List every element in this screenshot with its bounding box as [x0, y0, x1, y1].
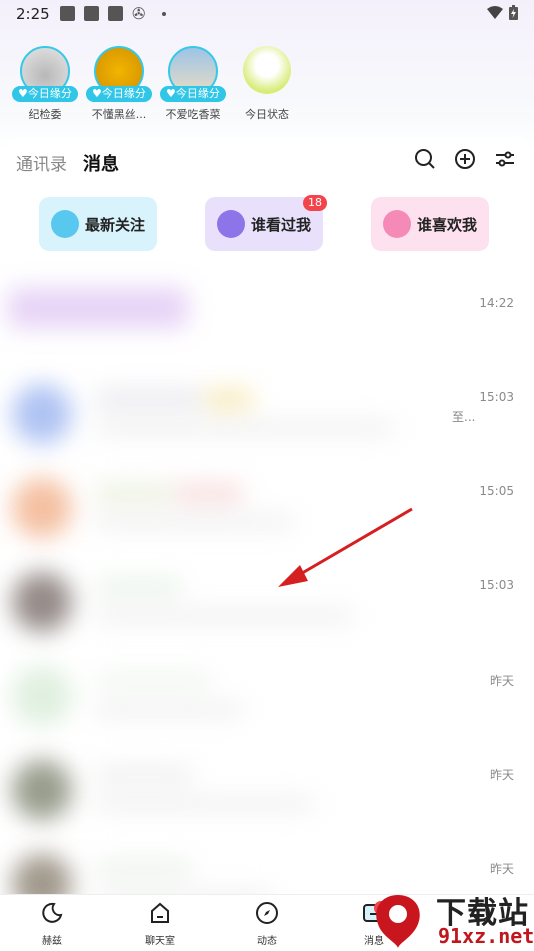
message-row[interactable]: 昨天: [0, 648, 534, 742]
annotation-arrow: [278, 507, 413, 587]
search-icon[interactable]: [414, 148, 436, 170]
story-item[interactable]: ♥今日缘分 不爱吃香菜: [156, 46, 230, 122]
notification-icon: [60, 6, 75, 21]
tab-messages[interactable]: 消息: [83, 150, 119, 176]
watermark: 下载站 91xz.net: [364, 888, 534, 950]
message-row[interactable]: 15:03: [0, 554, 534, 648]
story-item[interactable]: ♥今日缘分 纪检委: [8, 46, 82, 122]
message-time: 昨天: [489, 862, 514, 876]
heart-icon: ♥: [166, 87, 176, 100]
more-notifications-dot: [162, 12, 166, 16]
message-row[interactable]: 15:05: [0, 460, 534, 554]
aperture-icon: ✇: [132, 4, 146, 23]
card-label: 最新关注: [85, 215, 146, 234]
fate-badge-label: 今日缘分: [27, 87, 72, 100]
new-followers-card[interactable]: 最新关注: [39, 197, 157, 251]
story-row: ♥今日缘分 纪检委 ♥今日缘分 不懂黑丝... ♥今日缘分 不爱吃香菜 今日状态: [8, 46, 304, 122]
fate-badge: ♥今日缘分: [12, 86, 78, 102]
smile-face-icon: [51, 210, 79, 238]
notification-icon: [84, 6, 99, 21]
add-circle-icon[interactable]: [454, 148, 476, 170]
blurred-content: [4, 748, 454, 828]
compass-icon: [256, 902, 278, 924]
story-name: 不爱吃香菜: [165, 108, 221, 121]
filter-sliders-icon[interactable]: [494, 148, 516, 170]
heart-icon: ♥: [92, 87, 102, 100]
nav-label: 赫兹: [42, 936, 62, 947]
story-item[interactable]: ♥今日缘分 不懂黑丝...: [82, 46, 156, 122]
story-name: 不懂黑丝...: [91, 108, 147, 121]
message-time: 15:03: [479, 578, 514, 592]
who-viewed-me-card[interactable]: 谁看过我 18: [205, 195, 327, 251]
message-snippet: 至...: [452, 410, 476, 424]
moon-icon: [42, 902, 63, 923]
blurred-content: [4, 278, 454, 358]
nav-chat-room[interactable]: 聊天室: [130, 901, 190, 947]
message-list: 14:22 15:03 至... 15:05 15:03 昨天 昨天 昨天: [0, 272, 534, 930]
status-bar: 2:25 ✇: [0, 0, 534, 28]
status-right: [487, 5, 518, 20]
who-likes-me-card[interactable]: 谁喜欢我: [371, 197, 489, 251]
fate-badge-label: 今日缘分: [101, 87, 146, 100]
story-name: 纪检委: [28, 108, 62, 121]
message-row[interactable]: 14:22: [0, 272, 534, 366]
status-avatar: [243, 46, 291, 94]
story-name: 今日状态: [245, 108, 289, 121]
message-time: 14:22: [479, 296, 514, 310]
sunglasses-face-icon: [217, 210, 245, 238]
toolbar: [414, 148, 516, 170]
message-row[interactable]: 15:03 至...: [0, 366, 534, 460]
chat-room-icon: [151, 902, 169, 923]
watermark-url: 91xz.net: [438, 924, 534, 948]
fate-badge-label: 今日缘分: [175, 87, 220, 100]
message-time: 昨天: [489, 674, 514, 688]
message-time: 15:05: [479, 484, 514, 498]
nav-moments[interactable]: 动态: [237, 901, 297, 947]
feature-cards: 最新关注 谁看过我 18 谁喜欢我: [39, 195, 489, 251]
nav-label: 聊天室: [145, 936, 175, 947]
heart-eyes-face-icon: [383, 210, 411, 238]
message-time: 昨天: [489, 768, 514, 782]
tab-contacts[interactable]: 通讯录: [16, 150, 67, 175]
heart-icon: ♥: [18, 87, 28, 100]
notification-icon: [108, 6, 123, 21]
card-label: 谁看过我: [251, 215, 312, 234]
today-status-item[interactable]: 今日状态: [230, 46, 304, 122]
status-time: 2:25: [16, 5, 50, 23]
tab-bar: 通讯录 消息: [16, 150, 119, 176]
blurred-content: [4, 654, 454, 734]
wifi-icon: [487, 5, 503, 19]
fate-badge: ♥今日缘分: [160, 86, 226, 102]
watermark-logo: [376, 895, 420, 948]
card-label: 谁喜欢我: [417, 215, 478, 234]
blurred-content: [4, 372, 454, 452]
count-badge: 18: [303, 195, 327, 211]
message-time: 15:03: [479, 390, 514, 404]
nav-label: 动态: [257, 936, 277, 947]
nav-hertz[interactable]: 赫兹: [22, 901, 82, 947]
message-row[interactable]: 昨天: [0, 742, 534, 836]
battery-icon: [509, 5, 518, 20]
fate-badge: ♥今日缘分: [86, 86, 152, 102]
